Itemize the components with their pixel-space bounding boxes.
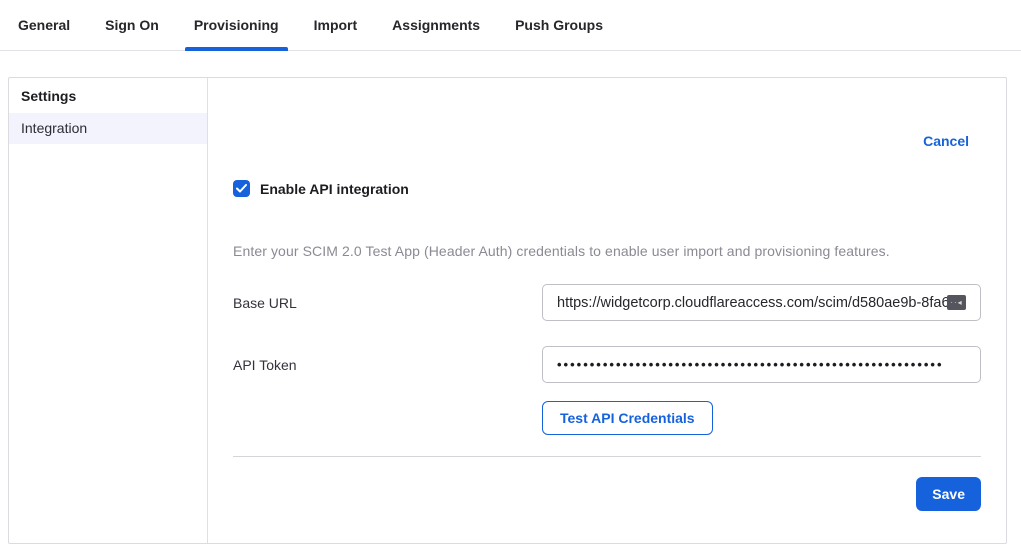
- tab-general[interactable]: General: [9, 17, 79, 50]
- test-api-credentials-button[interactable]: Test API Credentials: [542, 401, 713, 435]
- save-button[interactable]: Save: [916, 477, 981, 511]
- api-token-label: API Token: [233, 357, 542, 373]
- base-url-label: Base URL: [233, 295, 542, 311]
- base-url-row: Base URL ··◂: [233, 284, 981, 321]
- api-token-input[interactable]: [557, 357, 966, 372]
- settings-sidebar: Settings Integration: [9, 78, 208, 543]
- cancel-button[interactable]: Cancel: [923, 133, 969, 149]
- integration-settings-content: Cancel Enable API integration Enter your…: [208, 78, 1006, 543]
- base-url-input-box: ··◂: [542, 284, 981, 321]
- credentials-description: Enter your SCIM 2.0 Test App (Header Aut…: [233, 243, 981, 259]
- tab-import[interactable]: Import: [305, 17, 367, 50]
- sidebar-item-integration[interactable]: Integration: [9, 113, 207, 144]
- check-icon: [236, 184, 247, 193]
- text-overflow-badge-icon: ··◂: [947, 295, 966, 310]
- base-url-input[interactable]: [557, 295, 966, 311]
- footer-divider: [233, 456, 981, 457]
- tab-push-groups[interactable]: Push Groups: [506, 17, 612, 50]
- tab-sign-on[interactable]: Sign On: [96, 17, 168, 50]
- tab-assignments[interactable]: Assignments: [383, 17, 489, 50]
- provisioning-panel: Settings Integration Cancel Enable API i…: [8, 77, 1007, 544]
- sidebar-header: Settings: [9, 78, 207, 113]
- api-token-row: API Token: [233, 346, 981, 383]
- tab-bar: General Sign On Provisioning Import Assi…: [0, 0, 1021, 51]
- api-token-input-box: [542, 346, 981, 383]
- enable-api-integration-checkbox[interactable]: [233, 180, 250, 197]
- enable-api-integration-label: Enable API integration: [260, 181, 409, 197]
- tab-provisioning[interactable]: Provisioning: [185, 17, 288, 50]
